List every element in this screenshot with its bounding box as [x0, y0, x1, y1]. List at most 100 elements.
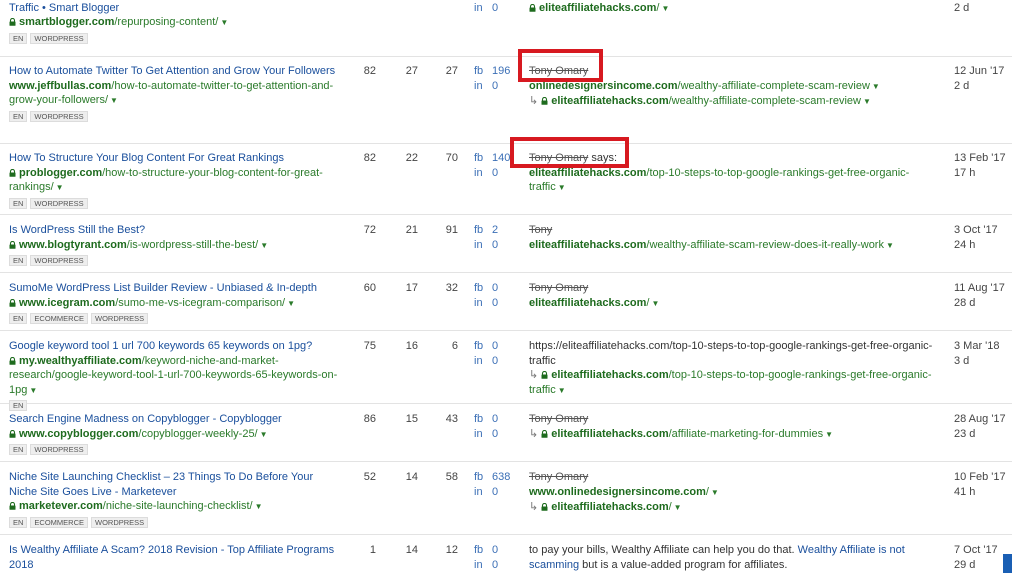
linkedin-count: 0 — [492, 558, 499, 571]
chevron-down-icon[interactable]: ▼ — [260, 241, 268, 250]
anchor-line: Tony Omary — [529, 281, 939, 296]
target-url[interactable]: eliteaffiliatehacks.com/wealthy-affiliat… — [529, 238, 939, 254]
external-links: 32 — [445, 282, 458, 294]
target-url-domain: eliteaffiliatehacks.com — [529, 166, 647, 179]
target-url[interactable]: eliteaffiliatehacks.com/top-10-steps-to-… — [529, 166, 939, 196]
social-labels: fb in — [474, 339, 488, 368]
page-url-path: /is-wordpress-still-the-best/ — [126, 238, 259, 251]
table-row: How to Automate Twitter To Get Attention… — [0, 57, 1012, 144]
page-title-link[interactable]: Is WordPress Still the Best? — [9, 223, 341, 238]
page-cell: Is Wealthy Affiliate A Scam? 2018 Revisi… — [9, 543, 341, 572]
chevron-down-icon[interactable]: ▼ — [863, 97, 871, 106]
date-cell: 11 Aug '17 28 d — [954, 281, 1012, 310]
external-links: 58 — [445, 471, 458, 483]
target-url-path: /wealthy-affiliate-complete-scam-review — [677, 79, 870, 92]
lock-icon — [9, 168, 16, 177]
page-title-link[interactable]: How to Automate Twitter To Get Attention… — [9, 64, 341, 79]
target-url[interactable]: ↳ eliteaffiliatehacks.com/wealthy-affilia… — [529, 94, 939, 110]
page-title-link[interactable]: SumoMe WordPress List Builder Review - U… — [9, 281, 341, 296]
page-url[interactable]: problogger.com/how-to-structure-your-blo… — [9, 166, 341, 196]
chevron-down-icon[interactable]: ▼ — [255, 502, 263, 511]
target-url[interactable]: www.onlinedesignersincome.com/▼ — [529, 485, 939, 501]
chevron-down-icon[interactable]: ▼ — [886, 241, 894, 250]
facebook-label: fb — [474, 471, 484, 483]
anchor-text: Tony Omary — [529, 282, 589, 294]
date-cell: 12 Jun '17 2 d — [954, 64, 1012, 93]
chevron-down-icon[interactable]: ▼ — [287, 299, 295, 308]
lock-icon — [9, 502, 16, 510]
chevron-down-icon[interactable]: ▼ — [558, 183, 566, 192]
table-row: How To Structure Your Blog Content For G… — [0, 144, 1012, 215]
tag-list: EN ECOMMERCE WORDPRESS — [9, 516, 341, 528]
target-url[interactable]: eliteaffiliatehacks.com/▼ — [529, 1, 939, 17]
page-url-domain: marketever.com — [19, 500, 103, 512]
page-url-domain: smartblogger.com — [19, 16, 115, 28]
page-title-link[interactable]: Search Engine Madness on Copyblogger - C… — [9, 412, 341, 427]
page-url[interactable]: my.wealthyaffiliate.com/keyword-niche-an… — [9, 354, 341, 399]
page-title-link[interactable]: 7 Ways You Can Repurpose Your Old Blog P… — [9, 0, 341, 15]
url-rating: 14 — [405, 544, 418, 556]
social-counts: 196 0 — [492, 64, 520, 93]
tag-list: EN WORDPRESS — [9, 255, 341, 266]
target-url-path: /affiliate-marketing-for-dummies — [668, 427, 824, 440]
linkedin-label: in — [474, 354, 483, 367]
external-links: 70 — [445, 152, 458, 164]
page-title-link[interactable]: How To Structure Your Blog Content For G… — [9, 151, 341, 166]
page-url[interactable]: www.copyblogger.com/copyblogger-weekly-2… — [9, 427, 341, 443]
chevron-down-icon[interactable]: ▼ — [220, 18, 228, 27]
page-cell: Search Engine Madness on Copyblogger - C… — [9, 412, 341, 455]
external-links: 6 — [451, 340, 458, 352]
date-cell: 13 Feb '17 17 h — [954, 151, 1012, 180]
last-check-age: 24 h — [954, 238, 976, 251]
redirect-arrow-icon: ↳ — [529, 427, 539, 440]
target-url-path: /wealthy-affiliate-complete-scam-review — [668, 95, 861, 107]
page-url[interactable]: www.blogtyrant.com/is-wordpress-still-th… — [9, 238, 341, 254]
tag-list: EN WORDPRESS — [9, 110, 341, 122]
chevron-down-icon[interactable]: ▼ — [56, 183, 64, 192]
redirect-arrow-icon: ↳ — [529, 95, 539, 107]
target-url-path: /wealthy-affiliate-scam-review-does-it-r… — [646, 238, 884, 251]
facebook-count: 0 — [492, 282, 499, 294]
page-url[interactable]: www.jeffbullas.com/how-to-automate-twitt… — [9, 79, 341, 109]
page-url[interactable]: smartblogger.com/repurposing-content/▼ — [9, 15, 341, 31]
anchor-cell: https://eliteaffiliatehacks.com/top-10-s… — [529, 339, 939, 398]
chevron-down-icon[interactable]: ▼ — [711, 488, 719, 497]
tag-list: EN WORDPRESS — [9, 197, 341, 209]
chevron-down-icon[interactable]: ▼ — [558, 386, 566, 395]
last-check-age: 23 d — [954, 427, 976, 440]
anchor-line: Tony Omary — [529, 470, 939, 485]
social-counts: 638 0 — [492, 470, 520, 499]
target-url[interactable]: ↳ eliteaffiliatehacks.com/affiliate-marke… — [529, 427, 939, 443]
chevron-down-icon[interactable]: ▼ — [674, 503, 682, 512]
chevron-down-icon[interactable]: ▼ — [872, 82, 880, 91]
facebook-label: fb — [474, 340, 484, 352]
url-rating: 14 — [405, 471, 418, 483]
chevron-down-icon[interactable]: ▼ — [110, 96, 118, 105]
anchor-cell: to pay your bills, Wealthy Affiliate can… — [529, 543, 939, 572]
social-labels: fb in — [474, 151, 488, 180]
page-url[interactable]: marketever.com/niche-site-launching-chec… — [9, 499, 341, 515]
target-url-domain: eliteaffiliatehacks.com — [539, 1, 657, 14]
page-url[interactable]: www.icegram.com/sumo-me-vs-icegram-compa… — [9, 296, 341, 312]
target-url[interactable]: ↳ eliteaffiliatehacks.com/top-10-steps-to… — [529, 368, 939, 398]
url-rating: 28 — [392, 0, 418, 1]
chevron-down-icon[interactable]: ▼ — [651, 299, 659, 308]
chevron-down-icon[interactable]: ▼ — [260, 430, 268, 439]
lock-icon — [9, 18, 16, 26]
target-url[interactable]: ↳ eliteaffiliatehacks.com/▼ — [529, 500, 939, 516]
target-url-domain: eliteaffiliatehacks.com — [551, 95, 669, 107]
page-title-link[interactable]: Is Wealthy Affiliate A Scam? 2018 Revisi… — [9, 543, 341, 572]
social-counts: 00 — [492, 543, 520, 572]
linkedin-label: in — [474, 1, 483, 14]
social-labels: fb in — [474, 470, 488, 499]
chevron-down-icon[interactable]: ▼ — [825, 430, 833, 439]
target-url[interactable]: eliteaffiliatehacks.com/▼ — [529, 296, 939, 312]
social-counts: 00 — [492, 412, 520, 441]
facebook-count: 638 — [492, 471, 511, 483]
page-url-path: /sumo-me-vs-icegram-comparison/ — [115, 296, 286, 309]
chevron-down-icon[interactable]: ▼ — [29, 386, 37, 395]
chevron-down-icon[interactable]: ▼ — [661, 4, 669, 13]
page-title-link[interactable]: Niche Site Launching Checklist – 23 Thin… — [9, 470, 341, 499]
scroll-corner[interactable] — [1003, 554, 1012, 573]
page-title-link[interactable]: Google keyword tool 1 url 700 keywords 6… — [9, 339, 341, 354]
